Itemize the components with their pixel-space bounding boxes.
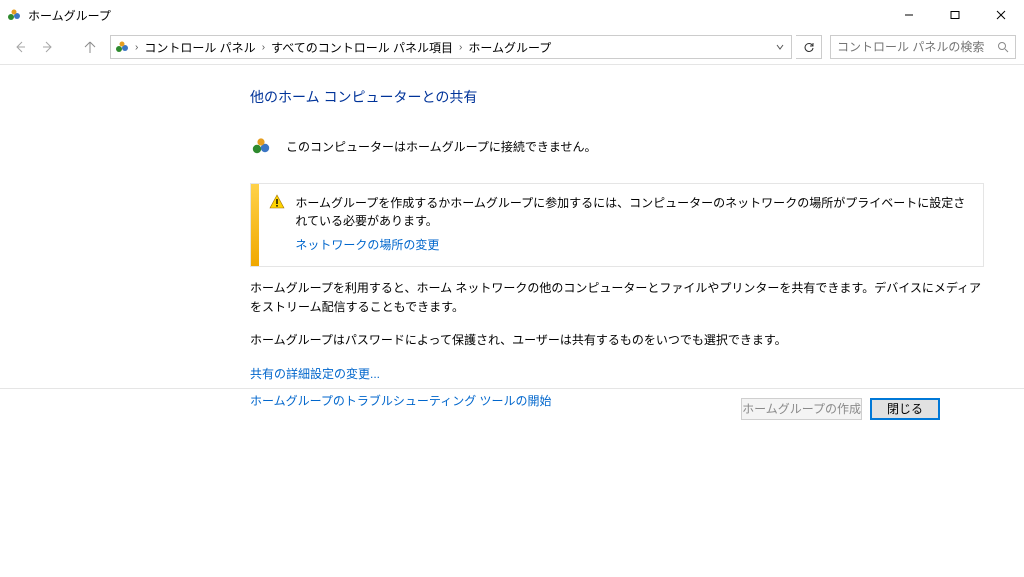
homegroup-icon [250,135,272,157]
warning-box: ホームグループを作成するかホームグループに参加するには、コンピューターのネットワ… [250,183,984,267]
search-input[interactable] [837,40,997,54]
bottom-bar: ホームグループの作成 閉じる [0,388,1024,428]
breadcrumb-item[interactable]: ホームグループ [464,39,555,56]
warning-icon [269,194,285,210]
status-text: このコンピューターはホームグループに接続できません。 [286,138,597,155]
window-title: ホームグループ [28,7,111,24]
titlebar: ホームグループ [0,0,1024,30]
search-box[interactable] [830,35,1016,59]
breadcrumb-item[interactable]: コントロール パネル [140,39,259,56]
chevron-right-icon[interactable]: › [133,42,140,53]
create-homegroup-button: ホームグループの作成 [741,398,862,420]
close-button[interactable] [978,0,1024,30]
back-button[interactable] [8,35,32,59]
chevron-right-icon[interactable]: › [260,42,267,53]
chevron-right-icon[interactable]: › [457,42,464,53]
address-bar[interactable]: › コントロール パネル › すべてのコントロール パネル項目 › ホームグルー… [110,35,792,59]
navigation-bar: › コントロール パネル › すべてのコントロール パネル項目 › ホームグルー… [0,30,1024,64]
address-history-dropdown[interactable] [768,42,791,52]
warning-stripe [251,184,259,266]
description-paragraph: ホームグループはパスワードによって保護され、ユーザーは共有するものをいつでも選択… [250,331,984,350]
advanced-sharing-link[interactable]: 共有の詳細設定の変更... [250,365,984,382]
breadcrumb-item[interactable]: すべてのコントロール パネル項目 [267,39,457,56]
status-row: このコンピューターはホームグループに接続できません。 [250,135,984,157]
maximize-button[interactable] [932,0,978,30]
window-controls [886,0,1024,30]
homegroup-path-icon [111,39,133,55]
homegroup-app-icon [6,7,22,23]
content-area: 他のホーム コンピューターとの共有 このコンピューターはホームグループに接続でき… [0,65,1024,409]
close-panel-button[interactable]: 閉じる [870,398,940,420]
description-paragraph: ホームグループを利用すると、ホーム ネットワークの他のコンピューターとファイルや… [250,279,984,317]
page-heading: 他のホーム コンピューターとの共有 [250,87,984,107]
warning-text: ホームグループを作成するかホームグループに参加するには、コンピューターのネットワ… [295,194,969,230]
forward-button[interactable] [36,35,60,59]
change-network-link[interactable]: ネットワークの場所の変更 [295,236,969,254]
search-icon[interactable] [997,41,1009,53]
refresh-button[interactable] [796,35,822,59]
minimize-button[interactable] [886,0,932,30]
up-button[interactable] [78,35,102,59]
